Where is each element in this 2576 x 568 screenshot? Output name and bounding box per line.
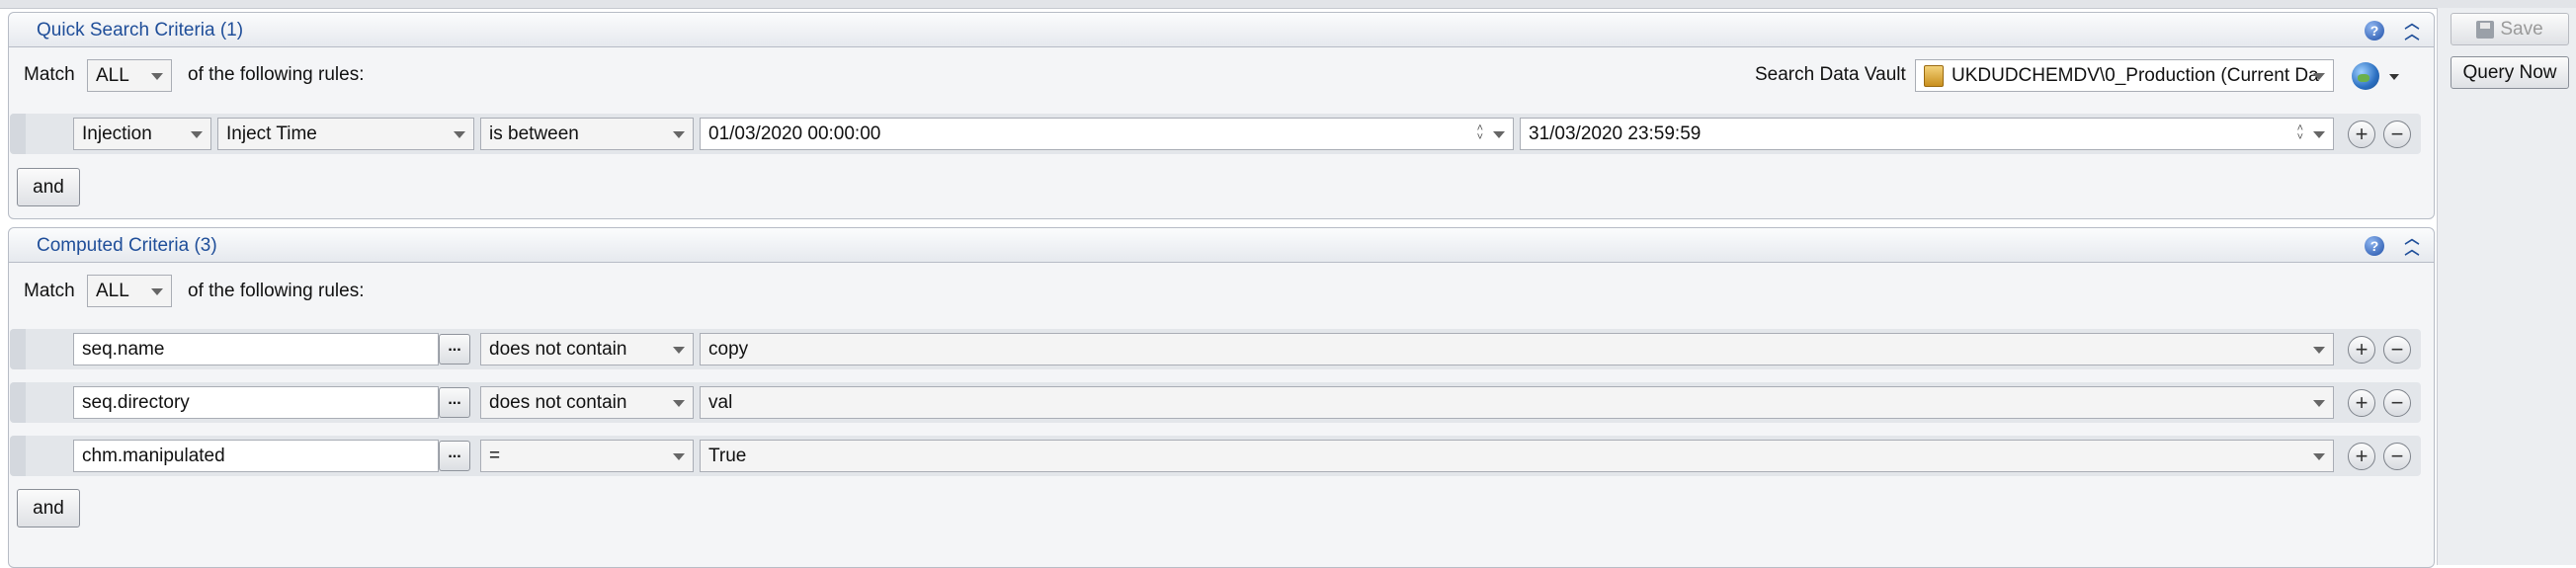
remove-rule-icon[interactable]: −: [2383, 389, 2411, 417]
computed-rule-value-select[interactable]: True: [700, 440, 2334, 472]
computed-criteria-header: Computed Criteria (3) ? ︿ ︿: [9, 228, 2434, 263]
chevron-down-icon: [454, 131, 465, 138]
quick-rule-field: Inject Time: [226, 123, 317, 144]
query-now-label: Query Now: [2462, 61, 2557, 83]
quick-match-select[interactable]: ALL: [87, 59, 172, 92]
computed-match-value: ALL: [96, 281, 129, 301]
add-rule-icon[interactable]: +: [2348, 121, 2375, 148]
row-grip[interactable]: [10, 436, 26, 476]
quick-rule-field-select[interactable]: Inject Time: [217, 118, 474, 150]
computed-rule-operator-select[interactable]: does not contain: [480, 333, 694, 365]
quick-rule-from-value: 01/03/2020 00:00:00: [708, 123, 881, 144]
quick-rule-category-select[interactable]: Injection: [73, 118, 211, 150]
chevron-down-icon: [2313, 131, 2325, 138]
computed-rule-field: seq.name: [82, 339, 165, 360]
add-rule-icon[interactable]: +: [2348, 336, 2375, 364]
browse-ellipsis-button[interactable]: ...: [439, 334, 470, 365]
chevron-down-icon: [2313, 73, 2325, 80]
computed-match-label: Match: [24, 281, 75, 301]
search-data-vault-label: Search Data Vault: [1755, 64, 1906, 85]
computed-rule-value-select[interactable]: copy: [700, 333, 2334, 365]
computed-rule-operator: does not contain: [489, 392, 627, 413]
data-vault-value: UKDUDCHEMDV\0_Production (Current Da: [1952, 65, 2319, 86]
quick-match-label: Match: [24, 64, 75, 85]
quick-rule-from-date[interactable]: 01/03/2020 00:00:00 ˄ ˅: [700, 118, 1514, 150]
chevron-down-icon: [673, 347, 685, 354]
computed-following-label: of the following rules:: [188, 281, 365, 301]
computed-rule-operator-select[interactable]: does not contain: [480, 386, 694, 419]
computed-rule-operator: =: [489, 446, 501, 466]
computed-rule-value: True: [708, 446, 747, 466]
remove-rule-icon[interactable]: −: [2383, 443, 2411, 470]
floppy-disk-icon: [2476, 20, 2495, 39]
quick-rule-operator-select[interactable]: is between: [480, 118, 694, 150]
computed-rule-value: val: [708, 392, 733, 413]
globe-icon[interactable]: [2352, 62, 2379, 90]
chevron-down-icon: [191, 131, 203, 138]
quick-search-header: Quick Search Criteria (1) ? ︿ ︿: [9, 13, 2434, 47]
computed-rule-field: chm.manipulated: [82, 446, 225, 466]
chevron-down-icon: [673, 400, 685, 407]
save-button-label: Save: [2500, 18, 2543, 40]
chevron-down-icon: [673, 453, 685, 460]
chevron-down-icon: [151, 73, 163, 80]
help-icon[interactable]: ?: [2365, 21, 2384, 41]
spinner-icon[interactable]: ˄ ˅: [2297, 123, 2303, 143]
computed-rule-field: seq.directory: [82, 392, 190, 413]
collapse-up-icon[interactable]: ︿ ︿: [2404, 16, 2420, 41]
browse-ellipsis-button[interactable]: ...: [439, 441, 470, 471]
right-action-column: [2437, 8, 2576, 565]
quick-rule-to-date[interactable]: 31/03/2020 23:59:59 ˄ ˅: [1520, 118, 2334, 150]
chevron-down-icon: [151, 288, 163, 295]
computed-criteria-title: Computed Criteria (3): [37, 235, 217, 256]
remove-rule-icon[interactable]: −: [2383, 121, 2411, 148]
computed-rule-field-input[interactable]: chm.manipulated: [73, 440, 439, 472]
chevron-down-icon: [2313, 400, 2325, 407]
remove-rule-icon[interactable]: −: [2383, 336, 2411, 364]
globe-dropdown-caret-icon[interactable]: [2389, 74, 2399, 80]
add-rule-icon[interactable]: +: [2348, 389, 2375, 417]
row-grip[interactable]: [10, 329, 26, 369]
collapse-up-icon[interactable]: ︿ ︿: [2404, 231, 2420, 257]
quick-and-button[interactable]: and: [17, 168, 80, 206]
computed-rule-field-input[interactable]: seq.name: [73, 333, 439, 365]
chevron-down-icon: [2313, 347, 2325, 354]
chevron-down-icon: [1493, 131, 1505, 138]
computed-match-select[interactable]: ALL: [87, 275, 172, 307]
computed-rule-value: copy: [708, 339, 749, 360]
row-grip[interactable]: [10, 382, 26, 423]
quick-search-title: Quick Search Criteria (1): [37, 20, 244, 41]
row-grip[interactable]: [10, 114, 26, 154]
computed-rule-field-input[interactable]: seq.directory: [73, 386, 439, 419]
quick-following-label: of the following rules:: [188, 64, 365, 85]
quick-rule-category: Injection: [82, 123, 152, 144]
save-button[interactable]: Save: [2451, 13, 2569, 45]
quick-rule-operator: is between: [489, 123, 579, 144]
computed-and-button[interactable]: and: [17, 489, 80, 527]
query-now-button[interactable]: Query Now: [2451, 56, 2569, 89]
help-icon[interactable]: ?: [2365, 236, 2384, 256]
add-rule-icon[interactable]: +: [2348, 443, 2375, 470]
browse-ellipsis-button[interactable]: ...: [439, 387, 470, 418]
computed-rule-operator: does not contain: [489, 339, 627, 360]
top-strip: [0, 0, 2576, 9]
computed-rule-operator-select[interactable]: =: [480, 440, 694, 472]
quick-rule-to-value: 31/03/2020 23:59:59: [1529, 123, 1702, 144]
spinner-icon[interactable]: ˄ ˅: [1477, 123, 1483, 143]
data-vault-icon: [1924, 65, 1944, 87]
data-vault-select[interactable]: UKDUDCHEMDV\0_Production (Current Da: [1915, 59, 2334, 92]
chevron-down-icon: [673, 131, 685, 138]
chevron-down-icon: [2313, 453, 2325, 460]
quick-match-value: ALL: [96, 65, 129, 86]
computed-rule-value-select[interactable]: val: [700, 386, 2334, 419]
